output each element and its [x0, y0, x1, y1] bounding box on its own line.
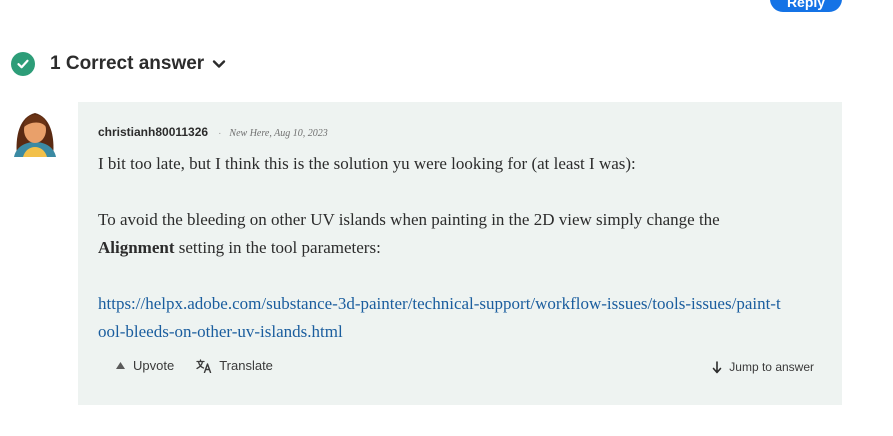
correct-answer-toggle[interactable]: 1 Correct answer [11, 51, 226, 77]
answer-card: christianh80011326 · New Here, Aug 10, 2… [78, 102, 842, 405]
jump-label: Jump to answer [729, 360, 814, 374]
alignment-keyword: Alignment [98, 238, 175, 257]
upvote-arrow-icon [115, 361, 126, 370]
rank-date: New Here, Aug 10, 2023 [229, 128, 328, 139]
paragraph-2-end: setting in the tool parameters: [174, 238, 381, 257]
translate-label: Translate [219, 358, 273, 373]
post-paragraph-1: I bit too late, but I think this is the … [98, 154, 636, 173]
upvote-button[interactable]: Upvote [115, 358, 174, 373]
meta-separator: · [218, 128, 222, 139]
reply-button[interactable]: Reply [770, 0, 842, 12]
solution-link[interactable]: https://helpx.adobe.com/substance-3d-pai… [98, 290, 788, 346]
paragraph-2-start: To avoid the bleeding on other UV island… [98, 210, 720, 229]
jump-to-answer-link[interactable]: Jump to answer [712, 360, 814, 374]
post-date: Aug 10, 2023 [274, 128, 328, 139]
avatar[interactable] [11, 107, 59, 157]
post-meta: christianh80011326 · New Here, Aug 10, 2… [98, 125, 328, 139]
post-paragraph-2: To avoid the bleeding on other UV island… [98, 206, 798, 262]
upvote-label: Upvote [133, 358, 175, 373]
post-actions: Upvote Translate [115, 358, 273, 373]
translate-icon [196, 358, 212, 373]
arrow-down-icon [712, 360, 722, 374]
check-circle-icon [11, 52, 35, 76]
correct-answer-label: 1 Correct answer [50, 53, 205, 74]
author-name[interactable]: christianh80011326 [98, 125, 208, 139]
translate-button[interactable]: Translate [196, 358, 273, 373]
author-rank: New Here [229, 128, 270, 139]
chevron-down-icon [212, 59, 226, 69]
